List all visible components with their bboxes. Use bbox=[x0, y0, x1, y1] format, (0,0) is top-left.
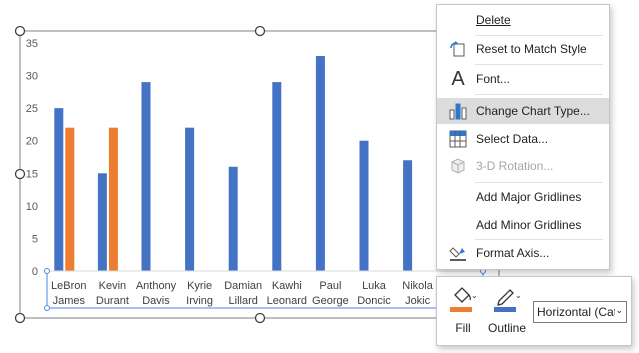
font-icon: A bbox=[451, 67, 465, 90]
select-data-icon bbox=[447, 129, 469, 149]
x-tick-label: Lillard bbox=[229, 295, 258, 307]
outline-button[interactable]: ⌄ Outline bbox=[485, 285, 529, 339]
y-tick-label: 20 bbox=[26, 136, 38, 148]
menu-item-select-data[interactable]: Select Data... bbox=[437, 126, 609, 152]
bar-series-1-paul-george[interactable] bbox=[315, 56, 325, 272]
x-tick-label: Kevin bbox=[99, 280, 127, 292]
pen-outline-icon: ⌄ bbox=[494, 285, 522, 318]
menu-separator bbox=[475, 182, 603, 183]
context-menu: Delete Reset to Match Style A Font... Ch… bbox=[436, 4, 610, 270]
menu-item-label: Delete bbox=[476, 13, 511, 27]
x-tick-label: Kyrie bbox=[187, 280, 212, 292]
chevron-down-icon: ⌄ bbox=[615, 305, 623, 315]
3d-rotation-icon bbox=[447, 156, 469, 176]
x-tick-label: Paul bbox=[319, 280, 341, 292]
svg-text:⌄: ⌄ bbox=[515, 291, 522, 300]
x-tick-label: Nikola bbox=[402, 280, 433, 292]
chart-resize-handle[interactable] bbox=[14, 25, 26, 37]
y-tick-label: 25 bbox=[26, 103, 38, 115]
menu-item-format-axis[interactable]: Format Axis... bbox=[437, 240, 609, 266]
bar-series-1-kyrie-irving[interactable] bbox=[185, 127, 195, 271]
menu-item-label: Add Major Gridlines bbox=[476, 190, 582, 204]
menu-item-label: 3-D Rotation... bbox=[476, 159, 554, 173]
chart-resize-handle[interactable] bbox=[254, 312, 266, 324]
menu-separator bbox=[475, 94, 603, 95]
mini-toolbar: ⌄ Fill ⌄ Outline Horizontal (Category) A… bbox=[436, 276, 632, 346]
format-axis-icon bbox=[447, 243, 469, 263]
menu-item-add-minor-gridlines[interactable]: Add Minor Gridlines bbox=[437, 212, 609, 238]
bar-series-2-lebron-james[interactable] bbox=[65, 127, 75, 271]
bar-series-1-anthony-davis[interactable] bbox=[141, 82, 151, 271]
outline-button-label: Outline bbox=[487, 321, 527, 335]
chart-element-selector-value: Horizontal (Category) Axis bbox=[537, 305, 615, 319]
x-tick-label: Davis bbox=[142, 295, 170, 307]
svg-text:⌄: ⌄ bbox=[471, 291, 476, 300]
bar-series-1-nikola-jokic[interactable] bbox=[403, 160, 413, 271]
menu-item-reset-to-match-style[interactable]: Reset to Match Style bbox=[437, 36, 609, 62]
menu-item-font[interactable]: A Font... bbox=[437, 66, 609, 92]
x-tick-label: Doncic bbox=[357, 295, 391, 307]
chart-resize-handle[interactable] bbox=[254, 25, 266, 37]
menu-item-label: Format Axis... bbox=[476, 246, 550, 260]
x-tick-label: Durant bbox=[96, 295, 129, 307]
chart-resize-handle[interactable] bbox=[14, 312, 26, 324]
fill-button-label: Fill bbox=[455, 321, 471, 335]
menu-item-add-major-gridlines[interactable]: Add Major Gridlines bbox=[437, 184, 609, 210]
reset-style-icon bbox=[447, 39, 469, 59]
menu-item-label: Add Minor Gridlines bbox=[476, 218, 582, 232]
menu-separator bbox=[475, 64, 603, 65]
bar-series-1-lebron-james[interactable] bbox=[54, 108, 64, 272]
x-tick-label: Kawhi bbox=[272, 280, 302, 292]
x-tick-label: Luka bbox=[362, 280, 387, 292]
x-tick-label: Anthony bbox=[136, 280, 177, 292]
menu-item-delete[interactable]: Delete bbox=[437, 7, 609, 33]
bar-series-1-damian-lillard[interactable] bbox=[228, 166, 238, 271]
x-tick-label: Jokic bbox=[405, 295, 431, 307]
change-chart-type-icon bbox=[447, 101, 469, 121]
fill-button[interactable]: ⌄ Fill bbox=[441, 285, 485, 339]
x-tick-label: LeBron bbox=[51, 280, 86, 292]
axis-selection-handle[interactable] bbox=[44, 305, 50, 311]
paint-bucket-icon: ⌄ bbox=[450, 285, 478, 318]
chart-resize-handle[interactable] bbox=[14, 168, 26, 180]
y-tick-label: 0 bbox=[32, 266, 38, 278]
x-tick-label: Leonard bbox=[267, 295, 307, 307]
chart-element-selector[interactable]: Horizontal (Category) Axis ⌄ bbox=[533, 301, 627, 323]
menu-item-label: Font... bbox=[476, 72, 511, 86]
y-tick-label: 10 bbox=[26, 201, 38, 213]
menu-item-3d-rotation: 3-D Rotation... bbox=[437, 153, 609, 179]
y-tick-label: 5 bbox=[32, 233, 38, 245]
x-tick-label: George bbox=[312, 295, 349, 307]
menu-item-change-chart-type[interactable]: Change Chart Type... bbox=[437, 98, 609, 124]
chart-frame[interactable] bbox=[19, 30, 500, 319]
bar-series-2-kevin-durant[interactable] bbox=[108, 127, 118, 271]
y-tick-label: 35 bbox=[26, 38, 38, 50]
menu-item-label: Select Data... bbox=[476, 132, 549, 146]
bar-series-1-kawhi-leonard[interactable] bbox=[272, 82, 282, 271]
bar-series-1-luka-doncic[interactable] bbox=[359, 140, 369, 271]
bar-series-1-kevin-durant[interactable] bbox=[97, 173, 107, 271]
menu-item-label: Change Chart Type... bbox=[476, 104, 590, 118]
x-tick-label: Damian bbox=[224, 280, 262, 292]
menu-item-label: Reset to Match Style bbox=[476, 42, 587, 56]
x-tick-label: James bbox=[53, 295, 86, 307]
x-tick-label: Irving bbox=[186, 295, 213, 307]
y-tick-label: 30 bbox=[26, 71, 38, 83]
axis-selection-handle[interactable] bbox=[44, 268, 50, 274]
y-tick-label: 15 bbox=[26, 168, 38, 180]
